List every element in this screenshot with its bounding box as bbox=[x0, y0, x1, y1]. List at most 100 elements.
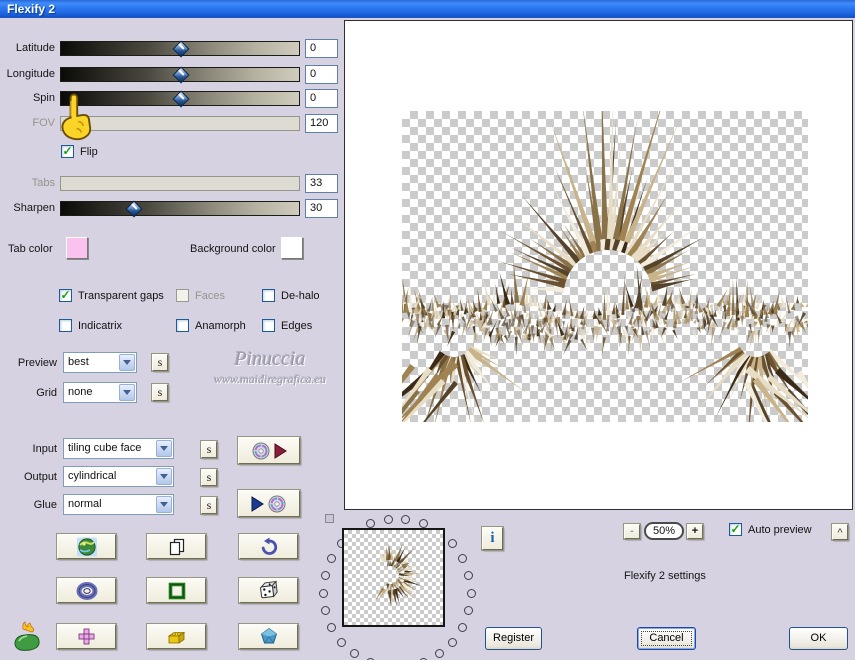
copy-settings-button[interactable] bbox=[147, 534, 206, 559]
input-label: Input bbox=[32, 443, 57, 455]
undo-icon bbox=[261, 537, 277, 555]
thumbnail-preview[interactable] bbox=[342, 528, 445, 627]
chevron-down-icon[interactable] bbox=[156, 468, 172, 485]
tab-color-label: Tab color bbox=[8, 243, 53, 255]
checkbox-edges[interactable]: Edges bbox=[262, 319, 312, 332]
preview-s-button[interactable]: s bbox=[152, 354, 168, 371]
dial-dot bbox=[458, 554, 468, 564]
frame-button[interactable] bbox=[147, 578, 206, 603]
glue-s-button[interactable]: s bbox=[201, 497, 217, 514]
ok-button[interactable]: OK bbox=[789, 627, 848, 650]
watermark-line2: www.maidiregrafica.eu bbox=[214, 372, 326, 386]
latitude-slider[interactable] bbox=[60, 40, 300, 58]
chevron-down-icon[interactable] bbox=[119, 384, 135, 401]
input-select[interactable]: tiling cube face bbox=[63, 438, 174, 459]
sharpen-slider-thumb[interactable] bbox=[125, 200, 143, 218]
planet-button[interactable] bbox=[57, 534, 116, 559]
fractal-render bbox=[402, 111, 808, 422]
globe-icon bbox=[76, 537, 97, 556]
hand-cursor-icon bbox=[61, 93, 92, 141]
glue-select[interactable]: normal bbox=[63, 494, 174, 515]
spin-value[interactable]: 0 bbox=[305, 89, 338, 108]
dial-dot bbox=[447, 539, 457, 549]
input-s-button[interactable]: s bbox=[201, 441, 217, 458]
checkbox-indicatrix[interactable]: Indicatrix bbox=[59, 319, 122, 332]
title-bar[interactable]: Flexify 2 bbox=[0, 0, 855, 18]
spin-slider-thumb[interactable] bbox=[172, 90, 190, 108]
tab-color-swatch[interactable] bbox=[66, 237, 88, 259]
indicatrix-label: Indicatrix bbox=[78, 319, 123, 332]
grid-s-button[interactable]: s bbox=[152, 384, 168, 401]
dial-dot bbox=[350, 649, 360, 659]
dial-dot bbox=[366, 519, 376, 529]
flexify-dialog: Flexify 2 Latitude 0 Longitude 0 Spin 0 … bbox=[0, 0, 855, 660]
fov-value[interactable]: 120 bbox=[305, 114, 338, 133]
zoom-out-button[interactable]: - bbox=[624, 524, 640, 539]
sharpen-slider[interactable] bbox=[60, 200, 300, 218]
output-label: Output bbox=[23, 471, 57, 483]
background-color-label: Background color bbox=[190, 243, 276, 255]
longitude-slider-thumb[interactable] bbox=[172, 66, 190, 84]
checkbox-de-halo[interactable]: De-halo bbox=[262, 289, 320, 302]
spin-label: Spin bbox=[32, 92, 55, 104]
polyhedron-icon bbox=[260, 627, 277, 644]
brick-button[interactable] bbox=[147, 624, 206, 649]
chevron-down-icon[interactable] bbox=[156, 440, 172, 457]
spin-slider[interactable] bbox=[60, 90, 300, 108]
longitude-label: Longitude bbox=[6, 68, 55, 80]
undo-button[interactable] bbox=[239, 534, 298, 559]
checkbox-flip[interactable]: ✓ Flip bbox=[61, 145, 98, 158]
unfold-button[interactable] bbox=[57, 624, 116, 649]
apply-settings-button[interactable] bbox=[238, 490, 300, 517]
checkbox-auto-preview[interactable]: ✓ Auto preview bbox=[729, 523, 812, 536]
disc-play-icon bbox=[252, 442, 287, 459]
torus-icon bbox=[76, 581, 97, 600]
preview-select[interactable]: best bbox=[63, 352, 137, 373]
dial-dot bbox=[447, 637, 457, 647]
longitude-value[interactable]: 0 bbox=[305, 65, 338, 84]
sharpen-label: Sharpen bbox=[13, 202, 55, 214]
dial-dot bbox=[320, 606, 330, 616]
info-button[interactable]: i bbox=[482, 527, 503, 550]
transparent-gaps-label: Transparent gaps bbox=[78, 289, 164, 302]
torus-button[interactable] bbox=[57, 578, 116, 603]
watermark-line1: Pinuccia bbox=[234, 348, 306, 370]
dial-dot bbox=[326, 622, 336, 632]
checkbox-anamorph[interactable]: Anamorph bbox=[176, 319, 246, 332]
output-s-button[interactable]: s bbox=[201, 469, 217, 486]
dial-dot bbox=[418, 519, 428, 529]
polyhedron-button[interactable] bbox=[239, 624, 298, 649]
chevron-down-icon[interactable] bbox=[119, 354, 135, 371]
flip-label: Flip bbox=[80, 145, 98, 158]
lego-icon bbox=[167, 631, 186, 644]
output-select[interactable]: cylindrical bbox=[63, 466, 174, 487]
grid-select[interactable]: none bbox=[63, 382, 137, 403]
grid-label: Grid bbox=[36, 387, 57, 399]
checkbox-faces[interactable]: Faces bbox=[176, 289, 225, 302]
dial-dot bbox=[320, 570, 330, 580]
cancel-button[interactable]: Cancel bbox=[637, 627, 696, 650]
register-button[interactable]: Register bbox=[485, 627, 542, 650]
background-color-swatch[interactable] bbox=[281, 237, 303, 259]
longitude-slider[interactable] bbox=[60, 66, 300, 84]
dial-handle[interactable] bbox=[325, 514, 334, 523]
preview-image[interactable] bbox=[402, 111, 808, 422]
dice-icon bbox=[259, 580, 278, 599]
auto-preview-label: Auto preview bbox=[748, 523, 812, 536]
dial-dot bbox=[458, 622, 468, 632]
latitude-slider-thumb[interactable] bbox=[172, 40, 190, 58]
checkbox-transparent-gaps[interactable]: ✓ Transparent gaps bbox=[59, 289, 164, 302]
chevron-down-icon[interactable] bbox=[156, 496, 172, 513]
fov-slider[interactable] bbox=[60, 116, 300, 131]
collapse-button[interactable]: ^ bbox=[832, 524, 848, 540]
load-settings-button[interactable] bbox=[238, 437, 300, 464]
random-button[interactable] bbox=[239, 578, 298, 603]
zoom-in-button[interactable]: + bbox=[687, 524, 703, 539]
tabs-slider[interactable] bbox=[60, 176, 300, 191]
latitude-value[interactable]: 0 bbox=[305, 39, 338, 58]
sharpen-value[interactable]: 30 bbox=[305, 199, 338, 218]
preview-label: Preview bbox=[17, 357, 57, 369]
zoom-level: 50% bbox=[644, 522, 684, 540]
tabs-value[interactable]: 33 bbox=[305, 174, 338, 193]
square-frame-icon bbox=[168, 582, 185, 599]
